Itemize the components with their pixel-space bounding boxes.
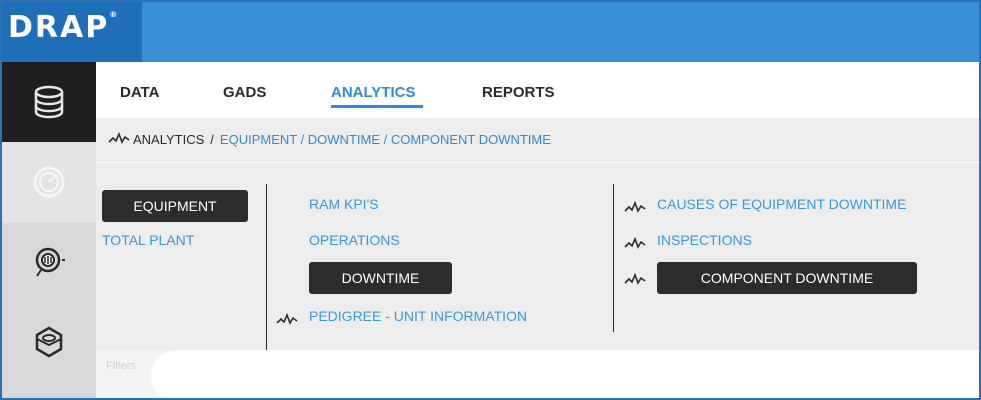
equipment-button[interactable]: EQUIPMENT (102, 190, 248, 222)
total-plant-link[interactable]: TOTAL PLANT (102, 232, 194, 248)
analytics-panel: ANALYTICS / EQUIPMENT / DOWNTIME / COMPO… (96, 118, 979, 360)
component-downtime-button[interactable]: COMPONENT DOWNTIME (657, 262, 917, 294)
database-icon (31, 84, 67, 120)
valve-icon (31, 244, 67, 280)
app-window: DRAP® DATA GADS ANALYTICS REPORTS ANALYT… (0, 0, 981, 400)
tab-reports[interactable]: REPORTS (482, 84, 555, 101)
column-divider-1 (266, 184, 267, 360)
top-tabs: DATA GADS ANALYTICS REPORTS (96, 62, 979, 118)
filters-label: Filters (106, 360, 136, 372)
sidebar-item-data[interactable] (2, 62, 96, 142)
tab-data[interactable]: DATA (120, 84, 159, 101)
gauge-icon (32, 165, 66, 199)
pulse-icon (276, 312, 298, 330)
causes-downtime-link[interactable]: CAUSES OF EQUIPMENT DOWNTIME (657, 196, 906, 212)
sidebar-item-nut[interactable] (2, 302, 96, 382)
filters-bar: Filters (96, 350, 979, 398)
breadcrumb: ANALYTICS / EQUIPMENT / DOWNTIME / COMPO… (108, 131, 551, 147)
ram-kpis-link[interactable]: RAM KPI'S (309, 196, 379, 212)
pulse-icon (624, 272, 646, 290)
filters-area[interactable] (151, 350, 979, 398)
registered-mark: ® (109, 10, 120, 19)
pulse-icon (624, 236, 646, 254)
column-divider-2 (613, 184, 614, 332)
sidebar-item-gauge[interactable] (2, 142, 96, 222)
tab-gads[interactable]: GADS (223, 84, 266, 101)
downtime-button[interactable]: DOWNTIME (309, 262, 452, 294)
top-bar: DRAP® (2, 2, 979, 62)
breadcrumb-path[interactable]: EQUIPMENT / DOWNTIME / COMPONENT DOWNTIM… (220, 132, 551, 147)
logo-area: DRAP® (2, 2, 142, 62)
active-tab-indicator (331, 105, 423, 108)
app-logo[interactable]: DRAP® (8, 10, 119, 45)
inspections-link[interactable]: INSPECTIONS (657, 232, 752, 248)
pulse-icon (108, 131, 130, 147)
left-sidebar (2, 62, 96, 398)
main-content: DATA GADS ANALYTICS REPORTS ANALYTICS / … (96, 62, 979, 398)
logo-text: DRAP (8, 10, 110, 45)
tab-analytics[interactable]: ANALYTICS (331, 84, 415, 101)
pulse-icon (624, 200, 646, 218)
panel-divider (96, 162, 979, 163)
sidebar-item-valve[interactable] (2, 222, 96, 302)
breadcrumb-separator: / (210, 132, 214, 147)
hex-nut-icon (32, 325, 66, 359)
pedigree-link[interactable]: PEDIGREE - UNIT INFORMATION (309, 308, 527, 324)
operations-link[interactable]: OPERATIONS (309, 232, 400, 248)
breadcrumb-root[interactable]: ANALYTICS (133, 132, 204, 147)
